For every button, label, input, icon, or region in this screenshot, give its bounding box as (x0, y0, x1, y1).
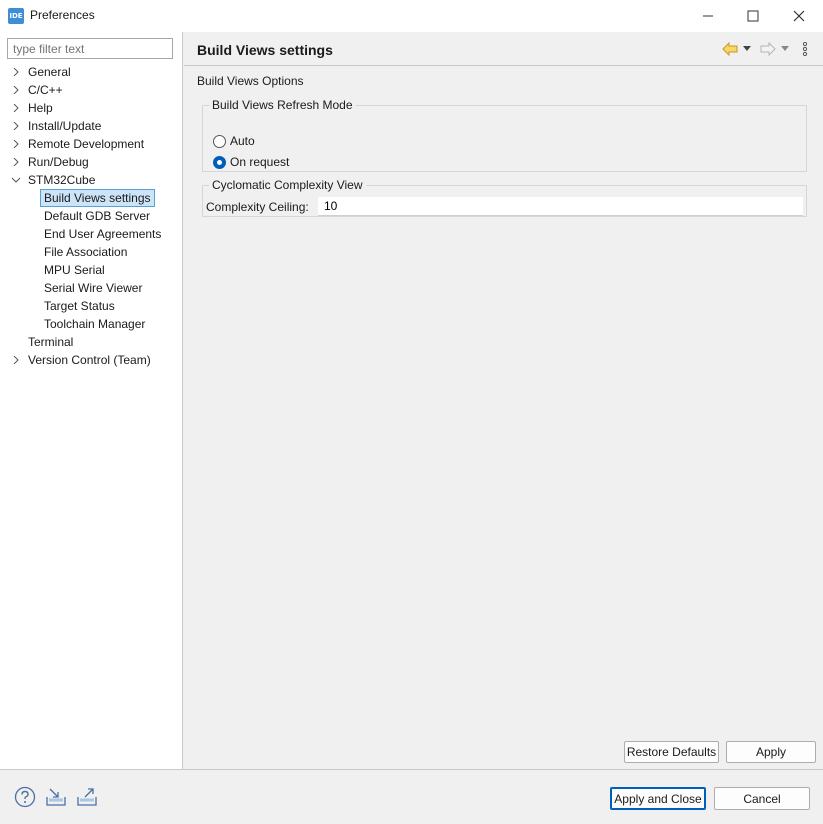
chevron-right-icon[interactable] (12, 158, 20, 166)
page-title: Build Views settings (197, 42, 333, 58)
preference-page: Build Views settings Build Views Options… (184, 32, 823, 769)
tree-item-default-gdb-server[interactable]: Default GDB Server (0, 207, 182, 225)
forward-arrow-icon (760, 42, 776, 56)
complexity-group: Cyclomatic Complexity View Complexity Ce… (202, 178, 807, 217)
minimize-icon (703, 15, 713, 17)
apply-button[interactable]: Apply (726, 741, 816, 763)
tree-item-label: Build Views settings (40, 189, 155, 207)
tree-item-end-user-agreements[interactable]: End User Agreements (0, 225, 182, 243)
tree-item-label: Target Status (44, 299, 115, 313)
cancel-button[interactable]: Cancel (714, 787, 810, 810)
close-button[interactable] (776, 0, 822, 32)
maximize-icon (747, 10, 759, 22)
tree-item-label: MPU Serial (44, 263, 105, 277)
back-arrow-icon (722, 42, 738, 56)
tree-item-version-control[interactable]: Version Control (Team) (0, 351, 182, 369)
chevron-right-icon[interactable] (12, 104, 20, 112)
chevron-down-icon[interactable] (12, 176, 20, 184)
refresh-mode-group: Build Views Refresh Mode Auto On request (202, 98, 807, 172)
tree-item-label: Install/Update (28, 119, 102, 133)
apply-and-close-button[interactable]: Apply and Close (610, 787, 706, 810)
complexity-ceiling-label: Complexity Ceiling: (206, 200, 309, 214)
tree-item-install-update[interactable]: Install/Update (0, 117, 182, 135)
tree-item-label: Remote Development (28, 137, 145, 151)
preference-tree: General C/C++ Help Install/Update Remote… (0, 63, 182, 369)
tree-item-label: Toolchain Manager (44, 317, 146, 331)
tree-item-run-debug[interactable]: Run/Debug (0, 153, 182, 171)
section-title: Build Views Options (197, 74, 304, 88)
tree-item-label: Version Control (Team) (28, 353, 151, 367)
tree-item-toolchain-manager[interactable]: Toolchain Manager (0, 315, 182, 333)
forward-dropdown[interactable] (781, 41, 789, 57)
restore-defaults-button[interactable]: Restore Defaults (624, 741, 719, 763)
more-vertical-icon (802, 42, 808, 56)
title-bar: IDE Preferences (0, 0, 823, 32)
tree-item-label: Help (28, 101, 53, 115)
radio-auto[interactable]: Auto (213, 133, 255, 149)
radio-button[interactable] (213, 134, 226, 148)
tree-item-label: Terminal (28, 335, 74, 349)
chevron-right-icon[interactable] (12, 86, 20, 94)
preference-tree-panel: General C/C++ Help Install/Update Remote… (0, 32, 183, 769)
chevron-right-icon[interactable] (12, 356, 20, 364)
complexity-ceiling-input[interactable] (318, 197, 803, 216)
tree-item-remote-development[interactable]: Remote Development (0, 135, 182, 153)
back-dropdown[interactable] (743, 41, 751, 57)
tree-item-cpp[interactable]: C/C++ (0, 81, 182, 99)
minimize-button[interactable] (685, 0, 731, 32)
tree-item-target-status[interactable]: Target Status (0, 297, 182, 315)
page-header: Build Views settings (184, 32, 823, 66)
tree-item-help[interactable]: Help (0, 99, 182, 117)
tree-item-label: Serial Wire Viewer (44, 281, 143, 295)
tree-item-label: Default GDB Server (44, 209, 151, 223)
filter-input[interactable] (7, 38, 173, 59)
group-label: Cyclomatic Complexity View (209, 178, 366, 192)
forward-button[interactable] (760, 41, 776, 57)
app-icon: IDE (8, 8, 24, 24)
tree-item-label: STM32Cube (28, 173, 96, 187)
radio-label: Auto (230, 134, 255, 148)
window-title: Preferences (30, 8, 95, 22)
tree-item-stm32cube[interactable]: STM32Cube (0, 171, 182, 189)
group-label: Build Views Refresh Mode (209, 98, 356, 112)
radio-button-checked[interactable] (213, 155, 226, 169)
tree-item-terminal[interactable]: Terminal (0, 333, 182, 351)
back-button[interactable] (722, 41, 738, 57)
tree-item-label: End User Agreements (44, 227, 162, 241)
dropdown-arrow-icon (781, 46, 789, 51)
tree-item-label: General (28, 65, 71, 79)
chevron-right-icon[interactable] (12, 68, 20, 76)
export-icon[interactable] (76, 786, 98, 808)
tree-item-label: File Association (44, 245, 128, 259)
view-menu-button[interactable] (802, 41, 808, 57)
chevron-right-icon[interactable] (12, 140, 20, 148)
radio-label: On request (230, 155, 290, 169)
tree-item-label: C/C++ (28, 83, 63, 97)
tree-item-build-views-settings[interactable]: Build Views settings (0, 189, 182, 207)
radio-on-request[interactable]: On request (213, 154, 289, 170)
maximize-button[interactable] (730, 0, 776, 32)
tree-item-label: Run/Debug (28, 155, 89, 169)
import-icon[interactable] (45, 786, 67, 808)
dropdown-arrow-icon (743, 46, 751, 51)
tree-item-general[interactable]: General (0, 63, 182, 81)
close-icon (793, 10, 805, 22)
chevron-right-icon[interactable] (12, 122, 20, 130)
tree-item-file-association[interactable]: File Association (0, 243, 182, 261)
dialog-button-bar: Apply and Close Cancel (0, 769, 823, 824)
tree-item-mpu-serial[interactable]: MPU Serial (0, 261, 182, 279)
help-icon[interactable] (14, 786, 36, 808)
tree-item-serial-wire-viewer[interactable]: Serial Wire Viewer (0, 279, 182, 297)
